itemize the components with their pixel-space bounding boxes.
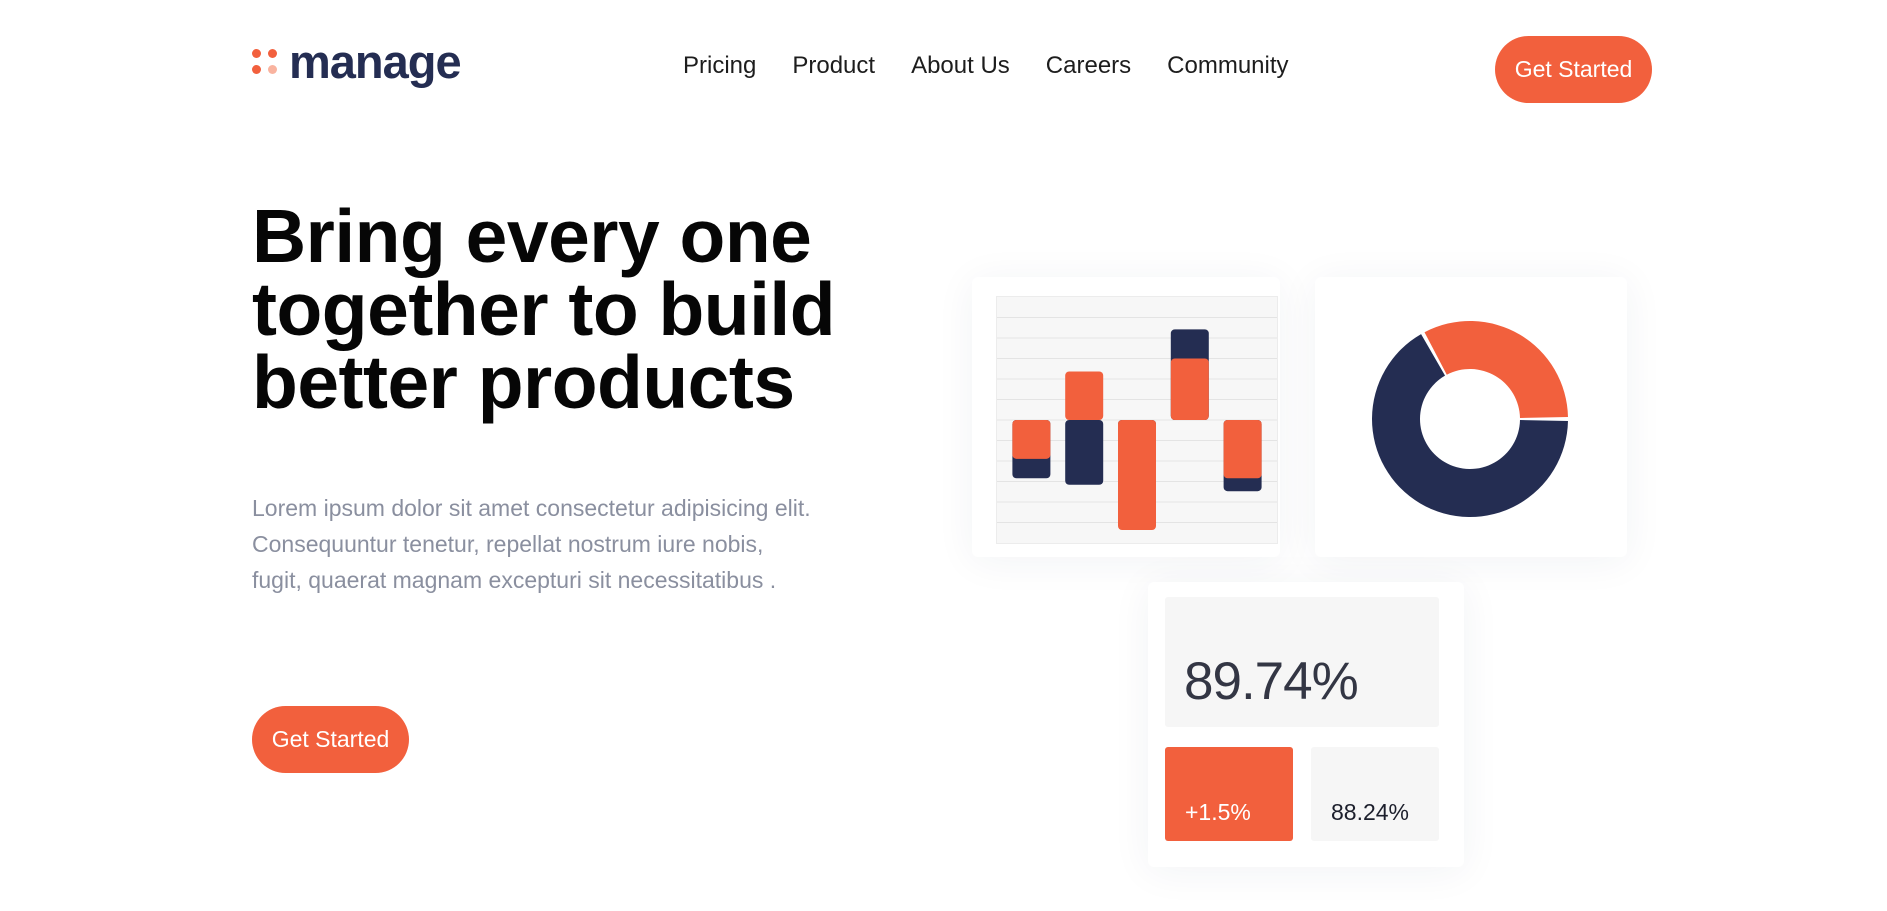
nav-item-pricing[interactable]: Pricing bbox=[683, 52, 756, 80]
change-stat-panel: +1.5% bbox=[1165, 747, 1293, 841]
bar-chart-card bbox=[972, 277, 1280, 557]
donut-chart bbox=[1372, 321, 1568, 517]
logo-dots-icon bbox=[252, 49, 277, 74]
logo-dot bbox=[252, 65, 261, 74]
nav-item-careers[interactable]: Careers bbox=[1046, 52, 1131, 80]
hero-description: Lorem ipsum dolor sit amet consectetur a… bbox=[252, 495, 811, 593]
bar bbox=[1065, 420, 1104, 485]
bar bbox=[1170, 358, 1209, 420]
nav-item-community[interactable]: Community bbox=[1167, 52, 1288, 80]
logo-dot bbox=[252, 49, 261, 58]
main-nav: Pricing Product About Us Careers Communi… bbox=[683, 52, 1289, 80]
hero-get-started-button[interactable]: Get Started bbox=[252, 706, 409, 773]
donut-slice bbox=[1424, 321, 1568, 419]
bar bbox=[1118, 420, 1156, 531]
nav-item-product[interactable]: Product bbox=[792, 52, 875, 80]
main-stat-panel: 89.74% bbox=[1165, 597, 1439, 727]
donut-chart-card bbox=[1315, 277, 1627, 557]
bar bbox=[1012, 420, 1051, 459]
bar bbox=[1065, 371, 1104, 420]
nav-item-about-us[interactable]: About Us bbox=[911, 52, 1010, 80]
logo-dot bbox=[268, 65, 277, 74]
logo-dot bbox=[268, 49, 277, 58]
secondary-stat-panel: 88.24% bbox=[1311, 747, 1439, 841]
change-stat-value: +1.5% bbox=[1185, 799, 1251, 825]
hero-headline: Bring every one together to build better… bbox=[252, 194, 836, 424]
stats-card: 89.74% +1.5% 88.24% bbox=[1148, 582, 1464, 867]
bar-chart bbox=[997, 317, 1277, 531]
header-get-started-button[interactable]: Get Started bbox=[1495, 36, 1652, 103]
main-stat-value: 89.74% bbox=[1184, 652, 1359, 711]
logo[interactable]: manage bbox=[252, 35, 462, 88]
secondary-stat-value: 88.24% bbox=[1331, 799, 1410, 825]
bar-chart-plot bbox=[996, 296, 1278, 544]
logo-text: manage bbox=[289, 35, 462, 88]
bar bbox=[1223, 420, 1262, 479]
